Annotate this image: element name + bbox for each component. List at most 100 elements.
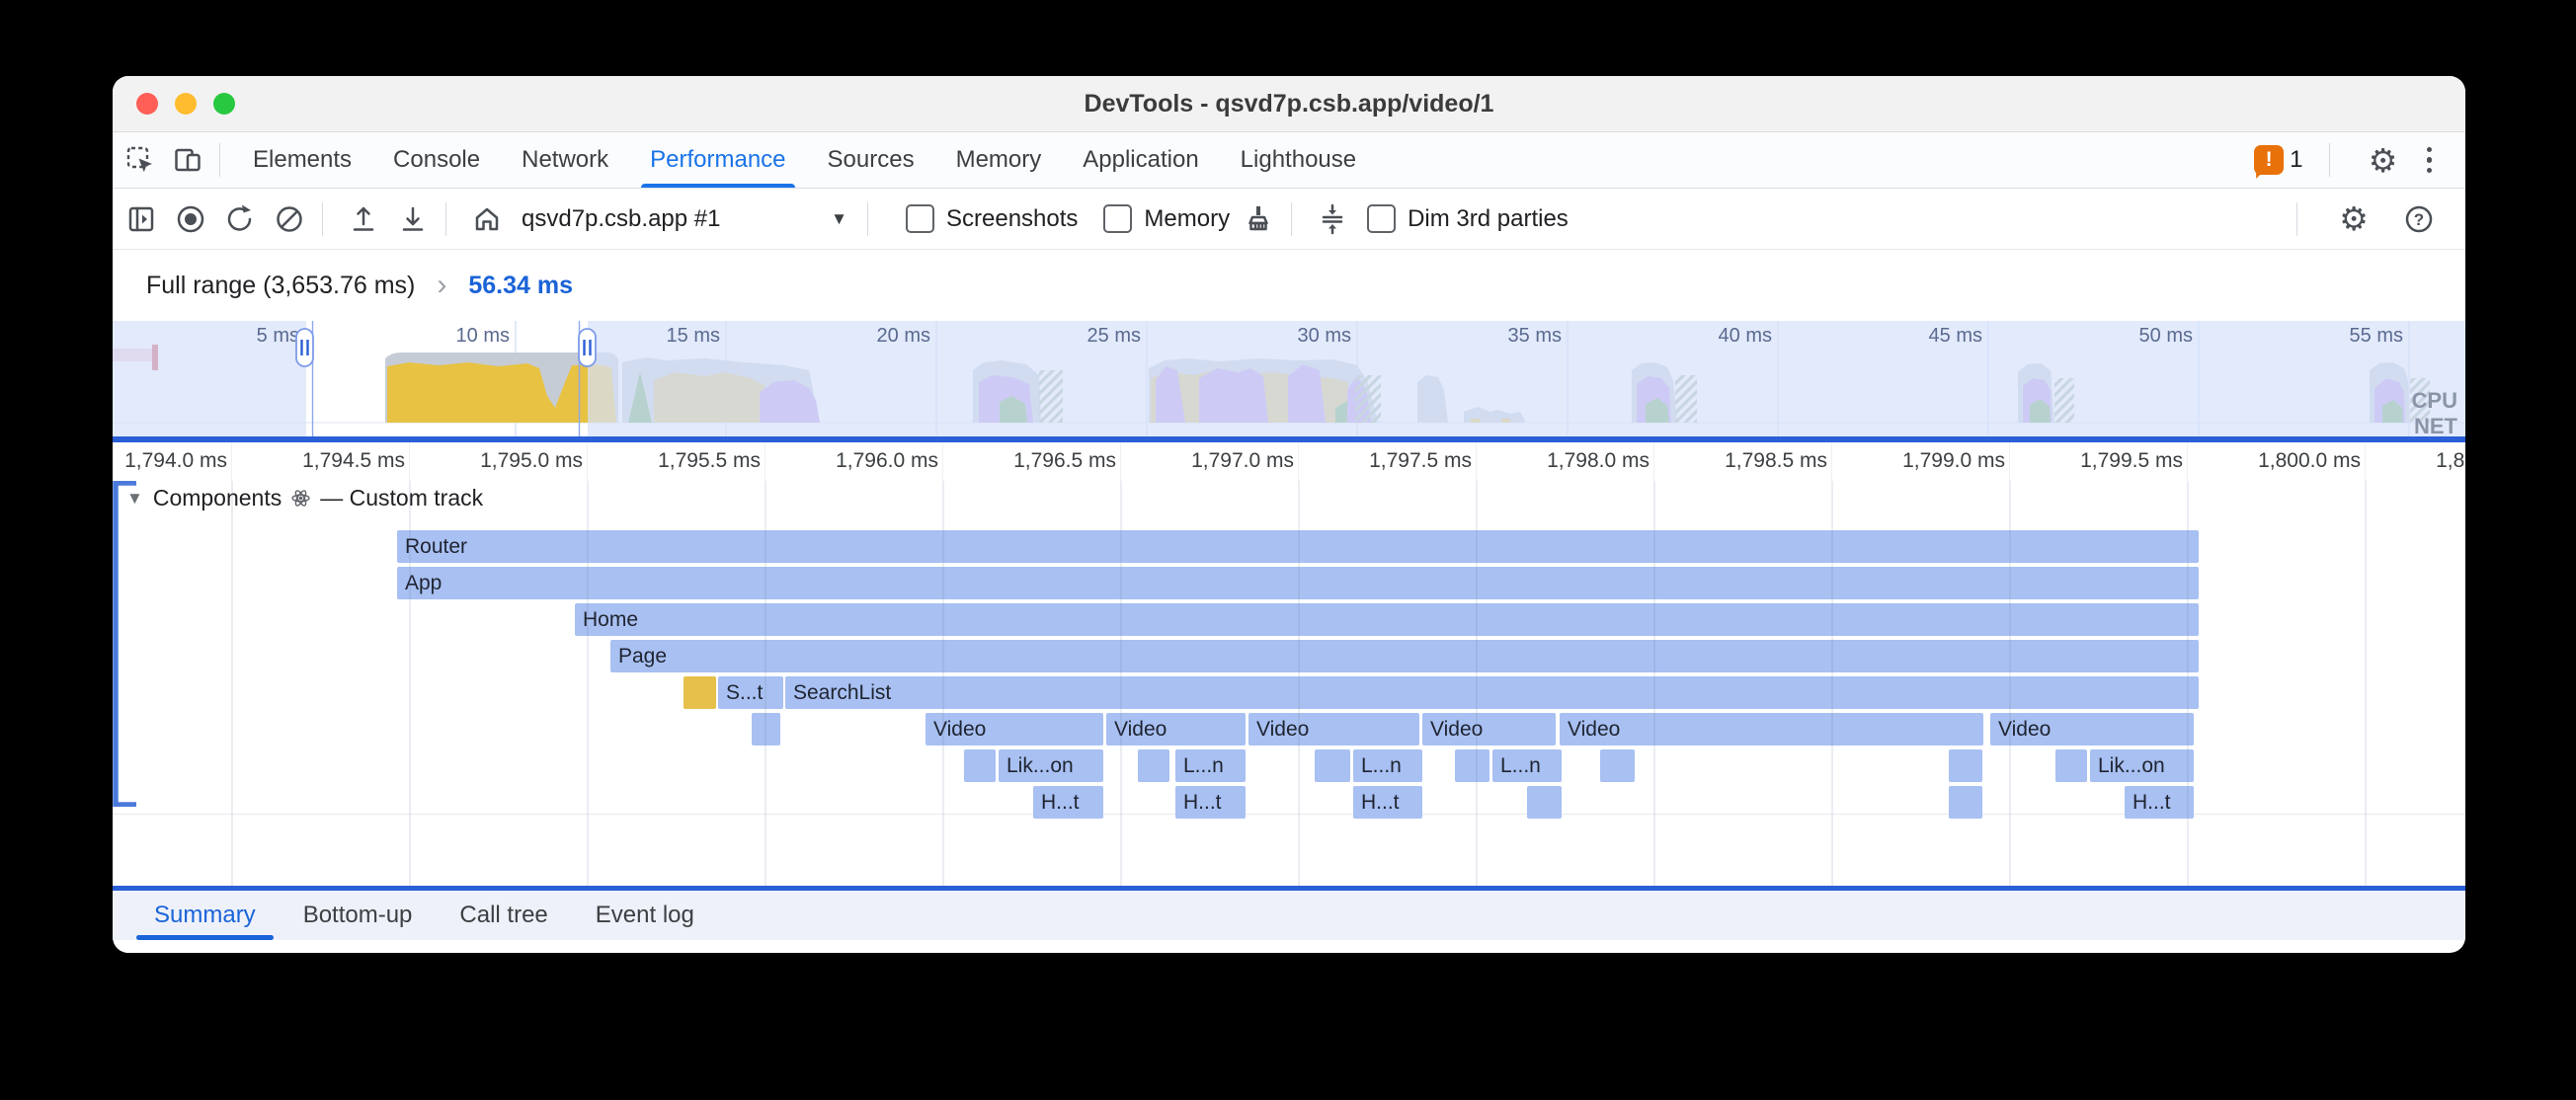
flame-chart[interactable]: ▼ Components — Custom track RouterAppHom… xyxy=(113,481,2465,886)
screenshots-checkbox[interactable]: Screenshots xyxy=(906,204,1078,233)
memory-checkbox[interactable]: Memory xyxy=(1103,204,1230,233)
flame-bar-s-t[interactable]: S...t xyxy=(718,676,783,709)
timeline-breadcrumbs: Full range (3,653.76 ms) › 56.34 ms xyxy=(113,250,2465,321)
error-indicator[interactable]: ! 1 xyxy=(2254,145,2302,175)
record-button[interactable] xyxy=(170,198,211,240)
inspect-element-button[interactable] xyxy=(121,140,160,180)
ruler-tick-label: 1,796.0 ms xyxy=(814,449,938,473)
grid-line xyxy=(2365,481,2367,886)
flame-bar[interactable] xyxy=(752,713,780,746)
live-metrics-button[interactable] xyxy=(466,198,508,240)
ruler-tick-label: 1,795.0 ms xyxy=(458,449,583,473)
flame-bar-video[interactable]: Video xyxy=(1560,713,1983,746)
capture-settings-button[interactable]: ⚙ xyxy=(2333,198,2375,240)
ruler-tick-label: 1,794.5 ms xyxy=(281,449,405,473)
flame-bar-video[interactable]: Video xyxy=(1990,713,2194,746)
grid-line xyxy=(942,481,944,886)
flame-bar[interactable] xyxy=(1455,749,1489,782)
flame-bar[interactable] xyxy=(2055,749,2087,782)
ruler-tick-line xyxy=(1831,442,1832,481)
flame-bar[interactable] xyxy=(684,676,716,709)
flame-bar-l-n[interactable]: L...n xyxy=(1492,749,1562,782)
track-header[interactable]: ▼ Components — Custom track xyxy=(126,485,483,511)
collapse-icon xyxy=(1318,203,1347,235)
flame-bar-h-t[interactable]: H...t xyxy=(1175,786,1246,819)
ruler-tick-line xyxy=(1298,442,1299,481)
checkbox-icon xyxy=(906,204,934,233)
tab-bottom-up[interactable]: Bottom-up xyxy=(280,891,437,940)
flame-bar-home[interactable]: Home xyxy=(575,603,2199,636)
separator xyxy=(219,143,220,177)
toggle-sidebar-button[interactable] xyxy=(121,198,162,240)
ruler-tick-label: 1,794.0 ms xyxy=(113,449,227,473)
flame-bar-video[interactable]: Video xyxy=(1106,713,1246,746)
save-profile-button[interactable] xyxy=(392,198,434,240)
minimap-handle-right[interactable] xyxy=(579,329,596,366)
flame-bar-h-t[interactable]: H...t xyxy=(2125,786,2194,819)
flame-bar-h-t[interactable]: H...t xyxy=(1353,786,1422,819)
breadcrumb-full-range[interactable]: Full range (3,653.76 ms) xyxy=(146,272,415,300)
checkbox-icon xyxy=(1103,204,1132,233)
minimap-tick-label: 20 ms xyxy=(877,325,930,347)
breadcrumb-selection[interactable]: 56.34 ms xyxy=(468,272,573,300)
clear-icon xyxy=(274,203,305,235)
tab-summary[interactable]: Summary xyxy=(130,891,280,940)
flame-bar-searchlist[interactable]: SearchList xyxy=(785,676,2199,709)
ruler-tick-line xyxy=(1120,442,1121,481)
gc-button[interactable] xyxy=(1238,198,1279,240)
dim-3rd-parties-checkbox[interactable]: Dim 3rd parties xyxy=(1367,204,1569,233)
flame-bar[interactable] xyxy=(1315,749,1350,782)
flame-bar-page[interactable]: Page xyxy=(610,640,2199,672)
more-options-button[interactable] xyxy=(2417,143,2443,178)
chevron-right-icon: › xyxy=(437,269,446,302)
flame-bar-lik-on[interactable]: Lik...on xyxy=(2090,749,2194,782)
help-button[interactable]: ? xyxy=(2398,198,2440,240)
flame-bar-h-t[interactable]: H...t xyxy=(1033,786,1103,819)
reload-and-record-button[interactable] xyxy=(219,198,261,240)
minimap-handle-left[interactable] xyxy=(296,329,313,366)
tab-event-log[interactable]: Event log xyxy=(572,891,718,940)
grid-line xyxy=(765,481,766,886)
ruler-tick-line xyxy=(409,442,410,481)
tab-application[interactable]: Application xyxy=(1062,132,1219,188)
tab-performance[interactable]: Performance xyxy=(629,132,806,188)
flame-bar[interactable] xyxy=(1600,749,1635,782)
devices-icon xyxy=(173,145,202,175)
flame-bar-l-n[interactable]: L...n xyxy=(1353,749,1422,782)
tab-memory[interactable]: Memory xyxy=(935,132,1063,188)
flame-bar[interactable] xyxy=(964,749,996,782)
flame-bar[interactable] xyxy=(1527,786,1562,819)
ruler-tick-label: 1,799.0 ms xyxy=(1881,449,2005,473)
device-toolbar-button[interactable] xyxy=(168,140,207,180)
timeline-minimap[interactable]: 5 ms10 ms15 ms20 ms25 ms30 ms35 ms40 ms4… xyxy=(113,321,2465,436)
flame-bar-video[interactable]: Video xyxy=(1248,713,1419,746)
flame-bar-l-n[interactable]: L...n xyxy=(1175,749,1246,782)
flame-bar[interactable] xyxy=(1949,786,1982,819)
flame-bar-video[interactable]: Video xyxy=(1422,713,1556,746)
history-dropdown[interactable]: qsvd7p.csb.app #1 ▼ xyxy=(522,205,847,233)
tab-lighthouse[interactable]: Lighthouse xyxy=(1220,132,1377,188)
clear-button[interactable] xyxy=(269,198,310,240)
grid-line xyxy=(1298,481,1300,886)
flame-bar[interactable] xyxy=(1949,749,1982,782)
gear-icon: ⚙ xyxy=(2369,144,2398,177)
minimap-tick-label: 45 ms xyxy=(1929,325,1982,347)
track-name: Components xyxy=(153,485,282,511)
ruler-tick-label: 1,798.5 ms xyxy=(1703,449,1827,473)
load-profile-button[interactable] xyxy=(343,198,384,240)
settings-button[interactable]: ⚙ xyxy=(2364,140,2403,180)
flame-bar-lik-on[interactable]: Lik...on xyxy=(999,749,1103,782)
tab-network[interactable]: Network xyxy=(501,132,629,188)
reload-icon xyxy=(224,203,256,235)
flame-bar-video[interactable]: Video xyxy=(926,713,1103,746)
collapse-tracks-button[interactable] xyxy=(1312,198,1353,240)
ruler-tick-label: 1,796.5 ms xyxy=(992,449,1116,473)
tab-elements[interactable]: Elements xyxy=(232,132,372,188)
tab-sources[interactable]: Sources xyxy=(807,132,935,188)
tab-call-tree[interactable]: Call tree xyxy=(436,891,571,940)
tab-console[interactable]: Console xyxy=(372,132,501,188)
checkbox-icon xyxy=(1367,204,1396,233)
ruler-tick-line xyxy=(2187,442,2188,481)
flame-bar[interactable] xyxy=(1138,749,1169,782)
window-title: DevTools - qsvd7p.csb.app/video/1 xyxy=(113,90,2465,118)
